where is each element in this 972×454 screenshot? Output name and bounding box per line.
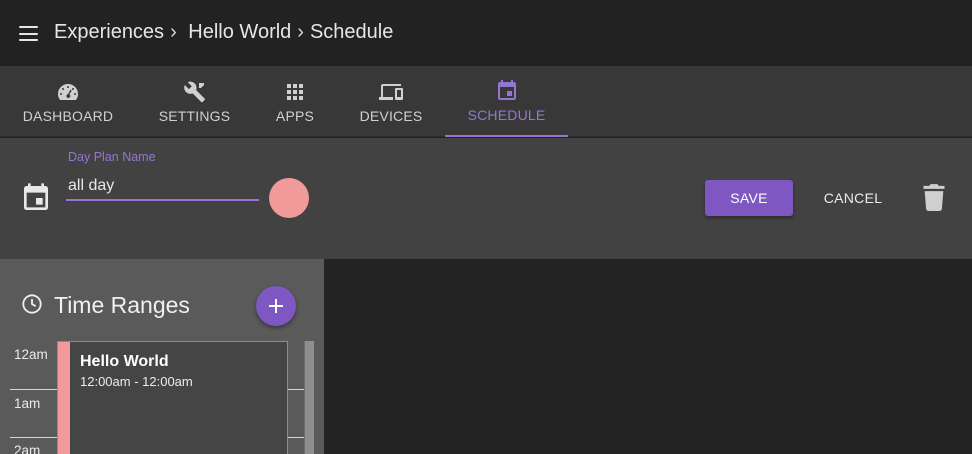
day-plan-name-label: Day Plan Name <box>68 150 156 164</box>
tab-label: DASHBOARD <box>22 107 114 124</box>
scrollbar[interactable] <box>304 341 314 454</box>
tab-dashboard[interactable]: DASHBOARD <box>0 66 136 137</box>
breadcrumb-schedule: Schedule <box>309 21 394 43</box>
breadcrumb-separator: › <box>297 21 304 43</box>
breadcrumb-hello-world[interactable]: Hello World <box>188 21 291 43</box>
event-time: 12:00am - 12:00am <box>80 374 193 389</box>
breadcrumb-experiences[interactable]: Experiences <box>54 21 164 43</box>
hour-label: 12am <box>14 347 48 362</box>
cancel-button[interactable]: CANCEL <box>810 180 896 216</box>
tab-settings[interactable]: SETTINGS <box>136 66 253 137</box>
time-range-event[interactable]: Hello World 12:00am - 12:00am <box>57 341 288 454</box>
calendar-icon <box>24 183 48 210</box>
time-ranges-panel: Time Ranges 12am 1am 2am Hello World 12:… <box>0 259 324 454</box>
tab-label: SETTINGS <box>158 107 231 124</box>
save-button[interactable]: SAVE <box>705 180 793 216</box>
tab-bar: DASHBOARD SETTINGS APPS DEVICES SCHEDULE <box>0 66 972 137</box>
tab-label: SCHEDULE <box>467 106 546 123</box>
breadcrumb-separator: › <box>170 21 177 43</box>
tab-schedule[interactable]: SCHEDULE <box>445 66 568 137</box>
plus-icon <box>269 299 283 313</box>
calendar-icon <box>497 79 516 100</box>
tab-devices[interactable]: DEVICES <box>337 66 445 137</box>
tab-label: DEVICES <box>359 107 423 124</box>
devices-icon <box>379 83 403 100</box>
clock-icon <box>22 294 42 314</box>
day-plan-editor: Day Plan Name SAVE CANCEL <box>0 138 972 259</box>
menu-icon[interactable] <box>19 26 38 41</box>
dashboard-icon <box>58 83 78 100</box>
color-picker-swatch[interactable] <box>269 178 309 218</box>
wrench-screwdriver-icon <box>183 81 205 102</box>
day-plan-name-input[interactable] <box>66 173 259 201</box>
add-time-range-button[interactable] <box>256 286 296 326</box>
event-title: Hello World <box>80 353 169 370</box>
top-app-bar: Experiences › Hello World › Schedule <box>0 0 972 66</box>
hour-label: 1am <box>14 396 41 411</box>
tab-apps[interactable]: APPS <box>253 66 337 137</box>
hour-label: 2am <box>14 443 41 454</box>
tab-label: APPS <box>275 107 315 124</box>
event-color-stripe <box>58 342 70 454</box>
breadcrumb: Experiences › Hello World › Schedule <box>54 21 397 44</box>
trash-icon[interactable] <box>922 183 946 211</box>
time-ranges-title: Time Ranges <box>54 292 190 318</box>
apps-grid-icon <box>287 83 303 100</box>
